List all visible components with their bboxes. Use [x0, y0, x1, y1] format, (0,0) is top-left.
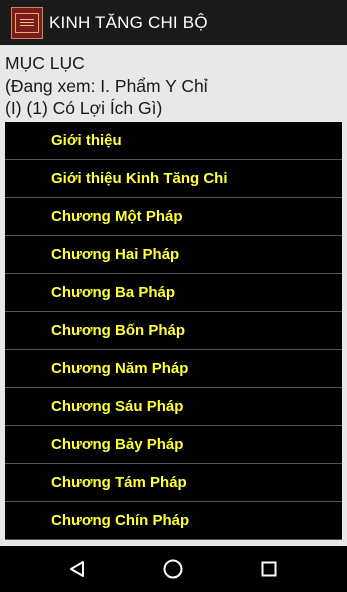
book-cover-icon[interactable] — [11, 6, 43, 39]
list-item-label: Chương Ba Pháp — [51, 284, 176, 301]
home-button[interactable] — [143, 546, 203, 592]
chapter-list[interactable]: Giới thiệu Giới thiệu Kinh Tăng Chi Chươ… — [5, 122, 342, 540]
current-viewing-line1: (Đang xem: I. Phẩm Y Chỉ — [5, 75, 208, 96]
list-item-gioi-thieu[interactable]: Giới thiệu — [5, 122, 342, 160]
list-item-label: Chương Một Pháp — [51, 208, 183, 225]
list-item-label: Chương Năm Pháp — [51, 360, 189, 377]
list-item-chuong-4[interactable]: Chương Bốn Pháp — [5, 312, 342, 350]
list-item-gioi-thieu-kinh[interactable]: Giới thiệu Kinh Tăng Chi — [5, 160, 342, 198]
list-item-chuong-1[interactable]: Chương Một Pháp — [5, 198, 342, 236]
list-item-label: Chương Chín Pháp — [51, 512, 190, 529]
list-item-chuong-3[interactable]: Chương Ba Pháp — [5, 274, 342, 312]
current-viewing-line2: (I) (1) Có Lợi Ích Gì) — [5, 98, 163, 118]
toc-heading: MỤC LỤC — [5, 53, 85, 73]
app-bar: KINH TĂNG CHI BỘ — [0, 0, 347, 45]
app-title: KINH TĂNG CHI BỘ — [49, 12, 208, 32]
list-item-chuong-6[interactable]: Chương Sáu Pháp — [5, 388, 342, 426]
back-button[interactable] — [47, 546, 107, 592]
list-item-chuong-7[interactable]: Chương Bảy Pháp — [5, 426, 342, 464]
list-item-label: Chương Tám Pháp — [51, 474, 187, 491]
list-item-chuong-5[interactable]: Chương Năm Pháp — [5, 350, 342, 388]
list-item-chuong-9[interactable]: Chương Chín Pháp — [5, 502, 342, 540]
system-nav-bar — [0, 546, 347, 592]
list-item-chuong-2[interactable]: Chương Hai Pháp — [5, 236, 342, 274]
list-item-label: Chương Sáu Pháp — [51, 398, 184, 415]
recents-button[interactable] — [239, 546, 299, 592]
table-of-contents-header: MỤC LỤC (Đang xem: I. Phẩm Y Chỉ (I) (1)… — [5, 52, 345, 120]
back-triangle-icon — [70, 561, 84, 577]
list-item-label: Giới thiệu Kinh Tăng Chi — [51, 170, 228, 187]
list-item-label: Chương Bảy Pháp — [51, 436, 184, 453]
recents-square-icon — [261, 561, 277, 577]
list-item-label: Chương Bốn Pháp — [51, 322, 186, 339]
list-item-chuong-8[interactable]: Chương Tám Pháp — [5, 464, 342, 502]
list-item-label: Chương Hai Pháp — [51, 246, 180, 263]
home-circle-icon — [163, 559, 183, 579]
list-item-label: Giới thiệu — [51, 132, 122, 149]
